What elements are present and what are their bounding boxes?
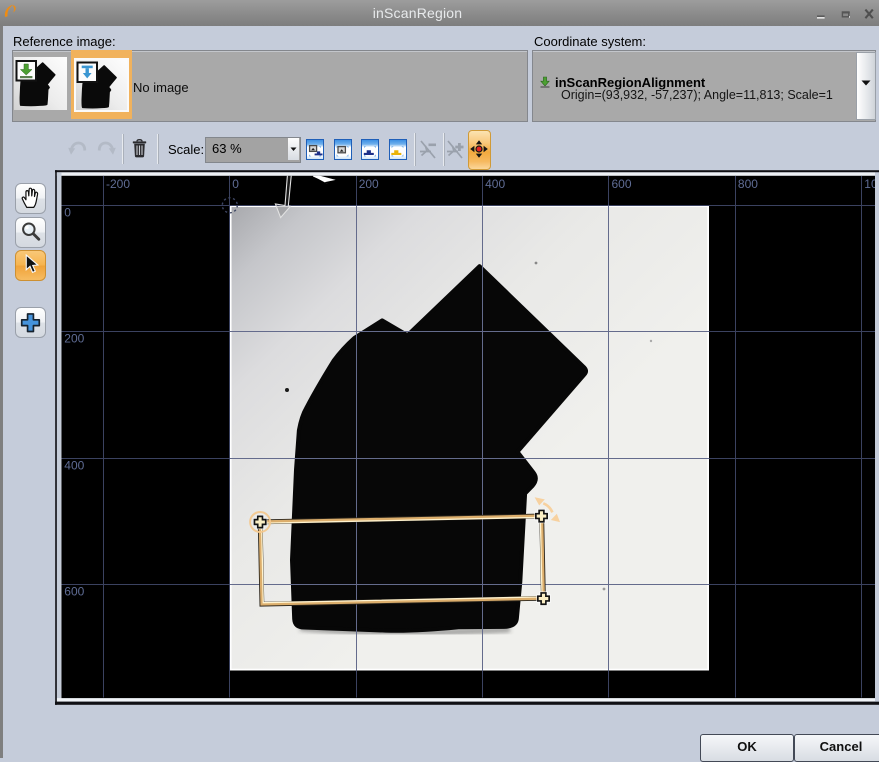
- svg-text:0: 0: [232, 177, 239, 191]
- svg-text:200: 200: [359, 177, 379, 191]
- svg-text:400: 400: [485, 177, 505, 191]
- svg-text:400: 400: [64, 458, 84, 472]
- svg-text:800: 800: [738, 177, 758, 191]
- svg-text:600: 600: [612, 177, 632, 191]
- svg-text:0: 0: [64, 205, 71, 219]
- svg-text:200: 200: [64, 331, 84, 345]
- svg-text:-200: -200: [106, 177, 130, 191]
- svg-text:600: 600: [64, 584, 84, 598]
